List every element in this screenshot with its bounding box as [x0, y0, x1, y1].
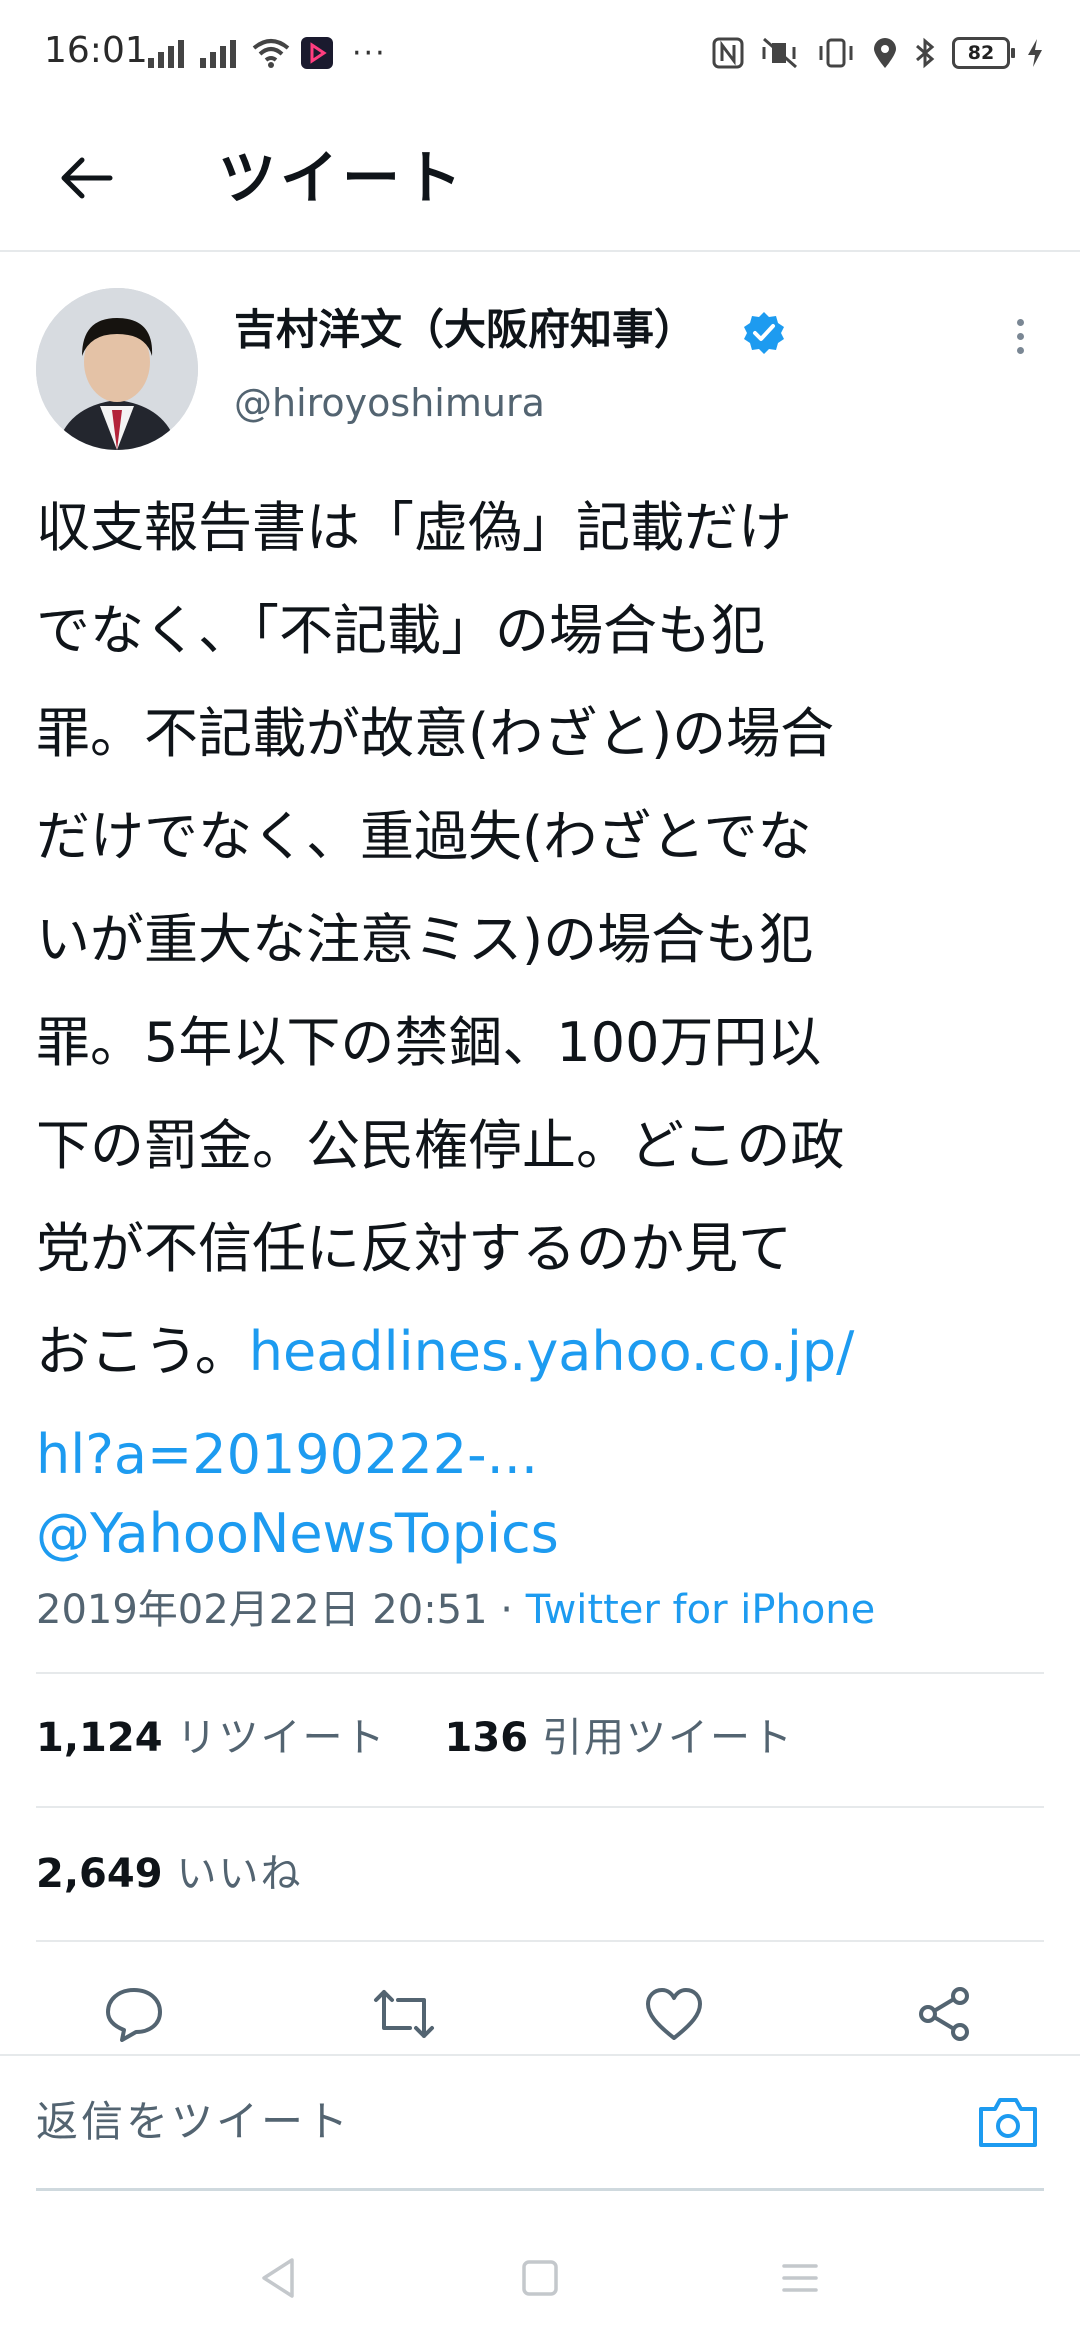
author-name[interactable]: 吉村洋文（大阪府知事）	[234, 302, 696, 358]
camera-icon	[979, 2098, 1037, 2147]
like-button[interactable]	[632, 1972, 716, 2056]
reply-underline	[36, 2188, 1044, 2191]
charging-icon	[1028, 39, 1042, 67]
tweet-text-content: 収支報告書は「虚偽」記載だけ でなく、「不記載」の場合も犯 罪。不記載が故意(わ…	[36, 496, 845, 1383]
retweet-button[interactable]	[362, 1972, 446, 2056]
signal-icon	[200, 40, 236, 68]
like-label[interactable]: いいね	[177, 1838, 303, 1910]
author-handle[interactable]: @hiroyoshimura	[234, 378, 545, 428]
reply-input[interactable]: 返信をツイート	[36, 2092, 351, 2152]
nav-home-icon	[522, 2260, 558, 2296]
share-icon	[919, 1987, 969, 2041]
mention-link[interactable]: @YahooNewsTopics	[36, 1496, 559, 1572]
quote-count[interactable]: 136	[445, 1702, 529, 1774]
like-count[interactable]: 2,649	[36, 1838, 163, 1910]
battery-icon: 82	[952, 37, 1015, 69]
camera-button[interactable]	[972, 2086, 1044, 2158]
status-time: 16:01	[44, 30, 148, 71]
wifi-icon	[252, 39, 290, 68]
profile-photo	[36, 288, 198, 450]
quote-label[interactable]: 引用ツイート	[542, 1702, 794, 1774]
bluetooth-icon	[916, 37, 935, 69]
back-button[interactable]	[44, 136, 128, 220]
retweet-label[interactable]: リツイート	[177, 1702, 387, 1774]
retweet-count[interactable]: 1,124	[36, 1702, 163, 1774]
tweet-source[interactable]: Twitter for iPhone	[526, 1587, 876, 1633]
tweet-actions	[0, 1972, 1080, 2056]
retweet-stats: 1,124 リツイート 136 引用ツイート	[36, 1702, 838, 1774]
tweet-text: 収支報告書は「虚偽」記載だけ でなく、「不記載」の場合も犯 罪。不記載が故意(わ…	[36, 476, 1046, 1506]
retweet-icon	[374, 1990, 434, 2038]
verified-badge-icon	[744, 312, 784, 354]
avatar[interactable]	[36, 288, 198, 450]
divider	[36, 1940, 1044, 1942]
vibrate-off-icon	[762, 37, 797, 69]
divider	[36, 1806, 1044, 1808]
like-stats: 2,649 いいね	[36, 1838, 347, 1910]
meta-separator: ·	[487, 1587, 526, 1633]
like-icon	[646, 1988, 702, 2040]
tweet-timestamp: 2019年02月22日 20:51	[36, 1587, 488, 1633]
battery-level: 82	[967, 42, 995, 64]
status-bar: 16:01 ··· 82	[0, 0, 1080, 106]
page-title: ツイート	[218, 144, 467, 212]
location-icon	[874, 38, 896, 68]
reply-icon	[106, 1988, 162, 2042]
reply-button[interactable]	[92, 1972, 176, 2056]
arrow-left-icon	[61, 157, 113, 199]
nfc-icon	[712, 37, 744, 69]
nav-home-button[interactable]	[510, 2248, 570, 2308]
vibrate-icon	[819, 38, 853, 68]
tweet-link-line1: headlines.yahoo.co.jp/	[248, 1320, 855, 1383]
nav-back-button[interactable]	[248, 2248, 308, 2308]
more-options-button[interactable]	[998, 306, 1042, 366]
system-nav-bar	[0, 2218, 1080, 2340]
share-button[interactable]	[902, 1972, 986, 2056]
nav-menu-button[interactable]	[770, 2248, 830, 2308]
reply-bar: 返信をツイート	[0, 2054, 1080, 2192]
status-overflow: ···	[352, 35, 387, 71]
divider	[36, 1672, 1044, 1674]
tweet-meta: 2019年02月22日 20:51 · Twitter for iPhone	[36, 1582, 875, 1638]
signal-icon	[148, 40, 184, 68]
app-header: ツイート	[0, 106, 1080, 252]
tweet-link-line2: hl?a=20190222-...	[36, 1423, 539, 1486]
nav-menu-icon	[782, 2264, 818, 2292]
nav-back-icon	[262, 2258, 294, 2298]
app-notification-icon	[301, 37, 333, 69]
